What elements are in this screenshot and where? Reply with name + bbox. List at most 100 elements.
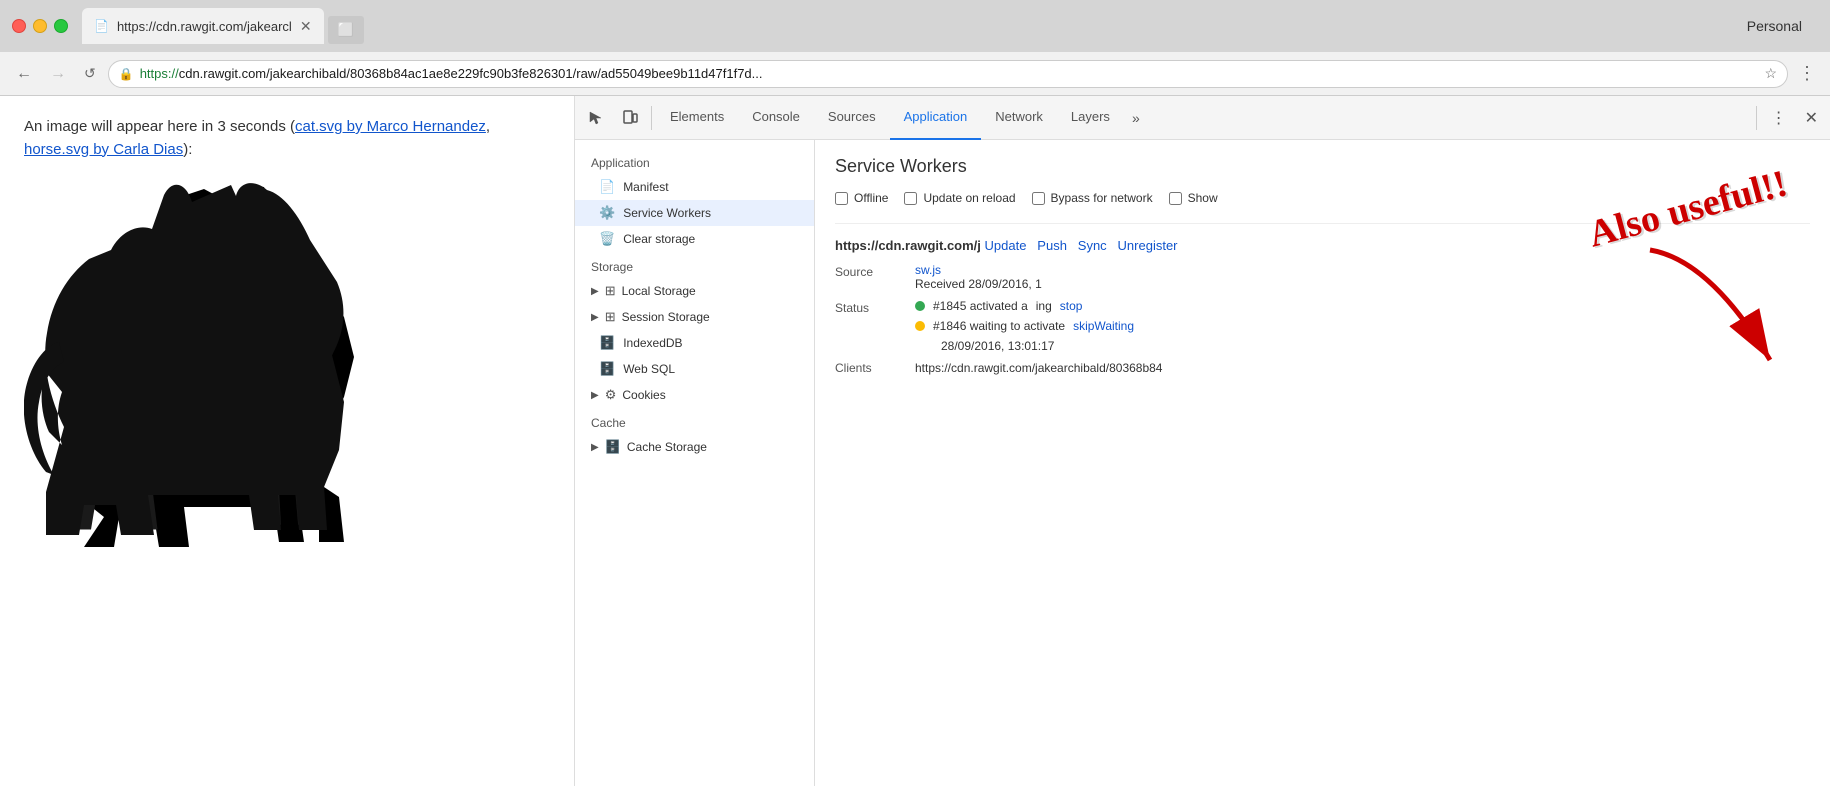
bookmark-icon[interactable]: ☆ [1764, 65, 1777, 82]
tab-sources[interactable]: Sources [814, 96, 890, 140]
cat-image [24, 177, 364, 557]
tab-close-button[interactable]: ✕ [300, 18, 312, 35]
more-tabs-button[interactable]: » [1124, 110, 1148, 126]
sw-js-link[interactable]: sw.js [915, 263, 941, 277]
sidebar-item-cookies-label: Cookies [622, 388, 665, 402]
panel-title: Service Workers [835, 156, 1810, 177]
inspect-element-button[interactable] [579, 103, 613, 133]
tab-network[interactable]: Network [981, 96, 1057, 140]
minimize-window-button[interactable] [33, 19, 47, 33]
devtools-close-button[interactable]: ✕ [1797, 104, 1826, 132]
sw-url-text: https://cdn.rawgit.com/j [835, 238, 981, 253]
sw-push-link[interactable]: Push [1037, 238, 1067, 253]
close-window-button[interactable] [12, 19, 26, 33]
received-suffix: 1 [1035, 277, 1042, 291]
sw-status-row: Status #1845 activated a ing stop [835, 299, 1810, 353]
clear-storage-icon: 🗑️ [599, 231, 615, 247]
local-storage-arrow: ▶ [591, 286, 599, 297]
service-workers-icon: ⚙️ [599, 205, 615, 221]
tab-title: https://cdn.rawgit.com/jakearcl [117, 19, 292, 34]
sidebar-item-session-storage-label: Session Storage [622, 310, 710, 324]
update-on-reload-option[interactable]: Update on reload [904, 191, 1015, 205]
tab-console[interactable]: Console [738, 96, 814, 140]
show-label: Show [1188, 191, 1218, 205]
source-label: Source [835, 263, 915, 279]
session-storage-grid-icon: ⊞ [605, 309, 616, 325]
sw-sync-link[interactable]: Sync [1078, 238, 1107, 253]
sw-unregister-link[interactable]: Unregister [1118, 238, 1178, 253]
devtools-tabs: Elements Console Sources Application Net… [656, 96, 1752, 140]
page-text: An image will appear here in 3 seconds (… [24, 116, 550, 161]
offline-option[interactable]: Offline [835, 191, 888, 205]
websql-icon: 🗄️ [599, 361, 615, 377]
show-option[interactable]: Show [1169, 191, 1218, 205]
new-tab-button[interactable]: ⬜ [328, 16, 364, 44]
sidebar-item-cache-storage[interactable]: ▶ 🗄️ Cache Storage [575, 434, 814, 460]
browser-menu-icon[interactable]: ⋮ [1794, 63, 1820, 84]
back-button[interactable]: ← [10, 61, 38, 87]
source-value: sw.js Received 28/09/2016, 1 [915, 263, 1810, 291]
sidebar-item-cookies[interactable]: ▶ ⚙ Cookies [575, 382, 814, 408]
status-date-line: 28/09/2016, 13:01:17 [915, 339, 1810, 353]
devtools-right-icons: ⋮ ✕ [1752, 104, 1826, 132]
address-bar[interactable]: 🔒 https://cdn.rawgit.com/jakearchibald/8… [108, 60, 1788, 88]
horse-link[interactable]: horse.svg by Carla Dias [24, 141, 183, 158]
status-label: Status [835, 299, 915, 315]
browser-tab[interactable]: 📄 https://cdn.rawgit.com/jakearcl ✕ [82, 8, 324, 44]
url-domain: cdn.rawgit.com [179, 66, 266, 81]
show-checkbox[interactable] [1169, 192, 1182, 205]
forward-button[interactable]: → [44, 61, 72, 87]
sidebar-item-local-storage[interactable]: ▶ ⊞ Local Storage [575, 278, 814, 304]
traffic-lights [12, 19, 68, 33]
devtools-body: Application 📄 Manifest ⚙️ Service Worker… [575, 140, 1830, 786]
clients-row: Clients https://cdn.rawgit.com/jakearchi… [835, 361, 1810, 375]
cookies-gear-icon: ⚙ [605, 387, 617, 403]
bypass-network-label: Bypass for network [1051, 191, 1153, 205]
reload-button[interactable]: ↺ [78, 61, 102, 86]
navigation-bar: ← → ↺ 🔒 https://cdn.rawgit.com/jakearchi… [0, 52, 1830, 96]
bypass-network-checkbox[interactable] [1032, 192, 1045, 205]
manifest-icon: 📄 [599, 179, 615, 195]
tab-application[interactable]: Application [890, 96, 982, 140]
maximize-window-button[interactable] [54, 19, 68, 33]
status-dot-green [915, 301, 925, 311]
page-text-middle: , [486, 118, 490, 135]
indexeddb-icon: 🗄️ [599, 335, 615, 351]
status2-date: 28/09/2016, 13:01:17 [941, 339, 1054, 353]
sw-url-row: https://cdn.rawgit.com/j Update Push Syn… [835, 238, 1810, 253]
cookies-arrow: ▶ [591, 390, 599, 401]
update-on-reload-checkbox[interactable] [904, 192, 917, 205]
sidebar-section-application: Application [575, 148, 814, 174]
sidebar-item-indexeddb[interactable]: 🗄️ IndexedDB [575, 330, 814, 356]
sw-update-link[interactable]: Update [985, 238, 1027, 253]
skip-waiting-link[interactable]: skipWaiting [1073, 319, 1134, 333]
sidebar-item-websql[interactable]: 🗄️ Web SQL [575, 356, 814, 382]
devtools-sidebar: Application 📄 Manifest ⚙️ Service Worker… [575, 140, 815, 786]
cache-storage-arrow: ▶ [591, 442, 599, 453]
sidebar-item-service-workers[interactable]: ⚙️ Service Workers [575, 200, 814, 226]
main-area: An image will appear here in 3 seconds (… [0, 96, 1830, 786]
profile-button[interactable]: Personal [1747, 18, 1818, 34]
status1-suffix: ing [1036, 299, 1052, 313]
offline-checkbox[interactable] [835, 192, 848, 205]
cat-link[interactable]: cat.svg by Marco Hernandez [295, 118, 486, 135]
sidebar-item-local-storage-label: Local Storage [622, 284, 696, 298]
sidebar-section-cache: Cache [575, 408, 814, 434]
sidebar-section-storage: Storage [575, 252, 814, 278]
device-toolbar-button[interactable] [613, 103, 647, 133]
toolbar-divider [651, 106, 652, 130]
status-block: #1845 activated a ing stop #1846 waiting… [915, 299, 1810, 353]
tab-elements[interactable]: Elements [656, 96, 738, 140]
tab-layers[interactable]: Layers [1057, 96, 1124, 140]
sidebar-item-manifest[interactable]: 📄 Manifest [575, 174, 814, 200]
offline-label: Offline [854, 191, 888, 205]
bypass-network-option[interactable]: Bypass for network [1032, 191, 1153, 205]
url-https: https:// [140, 66, 179, 81]
sidebar-item-session-storage[interactable]: ▶ ⊞ Session Storage [575, 304, 814, 330]
clients-label: Clients [835, 361, 915, 375]
sidebar-item-clear-storage[interactable]: 🗑️ Clear storage [575, 226, 814, 252]
stop-link[interactable]: stop [1060, 299, 1083, 313]
devtools-more-button[interactable]: ⋮ [1763, 104, 1795, 132]
sw-entry: https://cdn.rawgit.com/j Update Push Syn… [835, 223, 1810, 375]
update-on-reload-label: Update on reload [923, 191, 1015, 205]
